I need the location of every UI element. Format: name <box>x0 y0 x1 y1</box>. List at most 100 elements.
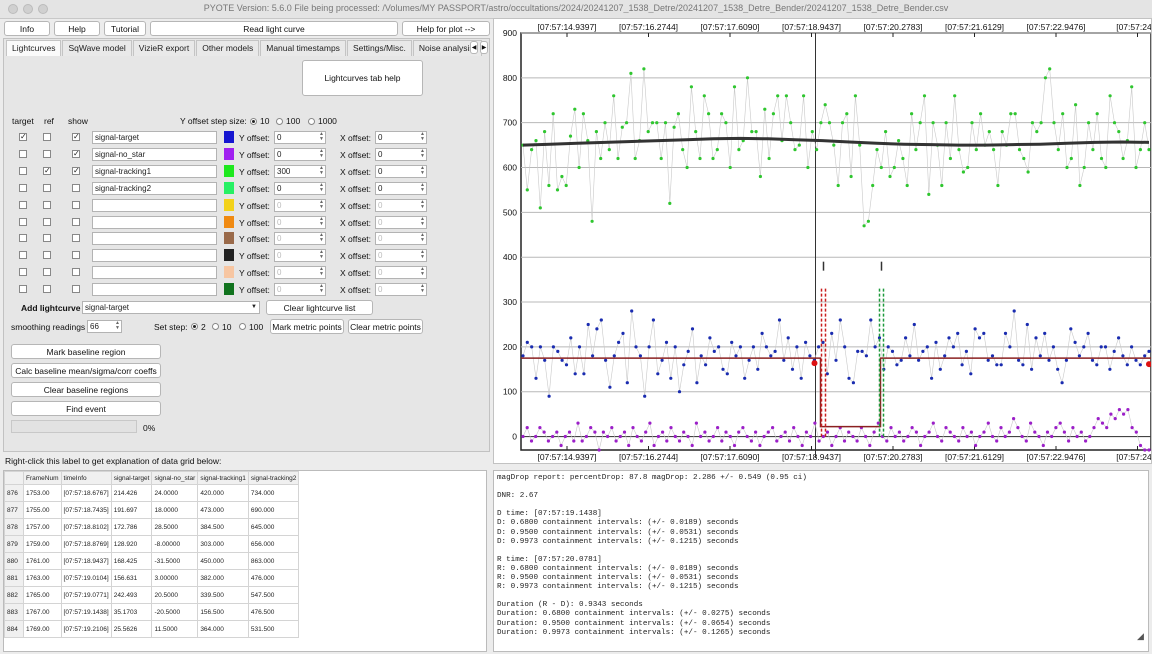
lightcurve-color-swatch[interactable] <box>224 215 234 228</box>
y-offset-spinbox[interactable]: 0 ▲ ▼ <box>274 198 326 212</box>
help-button[interactable]: Help <box>54 21 100 36</box>
grid-row-header[interactable]: 879 <box>4 535 24 553</box>
grid-cell[interactable]: 645.000 <box>247 518 300 536</box>
ref-checkbox[interactable] <box>43 149 51 158</box>
grid-cell[interactable]: -8.00000 <box>151 535 199 553</box>
grid-cell[interactable]: 168.425 <box>110 552 153 570</box>
spin-arrows-icon[interactable]: ▲ ▼ <box>420 132 425 142</box>
spin-arrows-icon[interactable]: ▲ ▼ <box>420 233 425 243</box>
info-button[interactable]: Info <box>4 21 50 36</box>
calc-baseline-button[interactable]: Calc baseline mean/sigma/corr coeffs <box>11 363 161 378</box>
grid-cell[interactable]: 303.000 <box>197 535 249 553</box>
grid-row-header[interactable]: 878 <box>4 518 24 536</box>
ref-checkbox[interactable] <box>43 285 51 294</box>
lightcurve-name-field[interactable]: signal-tracking1 <box>92 164 217 178</box>
grid-cell[interactable]: 339.500 <box>197 586 249 604</box>
tutorial-button[interactable]: Tutorial <box>104 21 146 36</box>
tab-scroll-right-icon[interactable]: ▶ <box>480 41 488 54</box>
grid-cell[interactable]: 450.000 <box>197 552 249 570</box>
y-offset-spinbox[interactable]: 300 ▲ ▼ <box>274 164 326 178</box>
grid-row[interactable]: 883 1767.00 [07:57:19.1438] 35.1703 -20.5000… <box>4 603 300 621</box>
grid-row-header[interactable]: 882 <box>4 586 24 604</box>
show-checkbox[interactable] <box>72 285 80 294</box>
y-step-1000-radio[interactable] <box>308 118 315 125</box>
lightcurve-color-swatch[interactable] <box>224 164 234 177</box>
grid-cell[interactable]: 863.000 <box>247 552 300 570</box>
grid-cell[interactable]: [07:57:18.8102] <box>60 518 112 536</box>
spin-arrows-icon[interactable]: ▲ ▼ <box>319 267 324 277</box>
target-checkbox[interactable] <box>19 268 27 277</box>
show-checkbox[interactable]: ✓ <box>72 133 80 141</box>
lightcurve-color-swatch[interactable] <box>224 198 234 211</box>
target-checkbox[interactable] <box>19 285 27 294</box>
help-for-plot-button[interactable]: Help for plot --> <box>402 21 490 36</box>
grid-cell[interactable]: [07:57:19.0104] <box>60 569 112 587</box>
y-offset-spinbox[interactable]: 0 ▲ ▼ <box>274 147 326 161</box>
grid-cell[interactable]: 3.00000 <box>151 569 199 587</box>
data-grid[interactable]: FrameNum timeInfo signal-target signal-no_s… <box>3 470 487 652</box>
grid-cell[interactable]: 20.5000 <box>151 586 199 604</box>
grid-row[interactable]: 881 1763.00 [07:57:19.0104] 156.631 3.00000 3… <box>4 569 300 587</box>
grid-column-header[interactable]: FrameNum <box>23 471 62 485</box>
show-checkbox[interactable] <box>72 268 80 277</box>
y-step-100-radio[interactable] <box>276 118 283 125</box>
set-step-2-radio[interactable] <box>191 323 198 330</box>
lightcurve-name-field[interactable]: signal-no_star <box>92 147 217 161</box>
grid-cell[interactable]: 1767.00 <box>23 603 62 621</box>
show-checkbox[interactable] <box>72 234 80 243</box>
grid-cell[interactable]: 476.000 <box>247 569 300 587</box>
grid-column-header[interactable]: signal-tracking1 <box>197 471 249 485</box>
tab-lightcurves[interactable]: Lightcurves <box>6 40 62 56</box>
grid-cell[interactable]: 547.500 <box>247 586 300 604</box>
grid-cell[interactable]: 656.000 <box>247 535 300 553</box>
x-offset-spinbox[interactable]: 0 ▲ ▼ <box>375 215 427 229</box>
lightcurves-tab-help-button[interactable]: Lightcurves tab help <box>302 60 423 96</box>
spin-arrows-icon[interactable]: ▲ ▼ <box>319 284 324 294</box>
target-checkbox[interactable] <box>19 166 27 175</box>
grid-cell[interactable]: 531.500 <box>247 620 300 638</box>
grid-cell[interactable]: 1761.00 <box>23 552 62 570</box>
read-light-curve-button[interactable]: Read light curve <box>150 21 398 36</box>
spin-arrows-icon[interactable]: ▲ ▼ <box>115 321 120 331</box>
show-checkbox[interactable]: ✓ <box>72 166 80 175</box>
ref-checkbox[interactable]: ✓ <box>43 166 51 175</box>
ref-checkbox[interactable] <box>43 133 51 141</box>
ref-checkbox[interactable] <box>43 183 51 192</box>
set-step-100-radio[interactable] <box>239 323 246 330</box>
x-offset-spinbox[interactable]: 0 ▲ ▼ <box>375 249 427 263</box>
grid-cell[interactable]: 35.1703 <box>110 603 153 621</box>
grid-cell[interactable]: [07:57:18.9437] <box>60 552 112 570</box>
tab-sqwave-model[interactable]: SqWave model <box>62 40 132 56</box>
grid-cell[interactable]: 242.493 <box>110 586 153 604</box>
grid-row[interactable]: 884 1769.00 [07:57:19.2106] 25.5626 11.5000 3… <box>4 620 300 638</box>
grid-cell[interactable]: 364.000 <box>197 620 249 638</box>
x-offset-spinbox[interactable]: 0 ▲ ▼ <box>375 181 427 195</box>
spin-arrows-icon[interactable]: ▲ ▼ <box>319 165 324 176</box>
grid-cell[interactable]: [07:57:18.6767] <box>60 484 112 502</box>
resize-grip-icon[interactable]: ◢ <box>1137 631 1144 642</box>
ref-checkbox[interactable] <box>43 234 51 243</box>
grid-cell[interactable]: 690.000 <box>247 501 300 519</box>
grid-cell[interactable]: 18.0000 <box>151 501 199 519</box>
grid-cell[interactable]: 420.000 <box>197 484 249 502</box>
lightcurve-color-swatch[interactable] <box>224 147 234 160</box>
lightcurve-color-swatch[interactable] <box>224 283 234 296</box>
grid-cell[interactable]: 476.500 <box>247 603 300 621</box>
add-lightcurve-select[interactable]: signal-target ▼ <box>82 301 260 314</box>
grid-cell[interactable]: 1763.00 <box>23 569 62 587</box>
ref-checkbox[interactable] <box>43 251 51 260</box>
grid-row[interactable]: 878 1757.00 [07:57:18.8102] 172.786 28.5000 3… <box>4 518 300 536</box>
data-grid-table[interactable]: FrameNum timeInfo signal-target signal-no_s… <box>4 471 300 638</box>
x-offset-spinbox[interactable]: 0 ▲ ▼ <box>375 147 427 161</box>
grid-cell[interactable]: 156.631 <box>110 569 153 587</box>
y-step-10-radio[interactable] <box>250 118 257 125</box>
grid-cell[interactable]: 25.5626 <box>110 620 153 638</box>
plot-area[interactable] <box>520 32 1152 451</box>
tab-vizier-export[interactable]: VizieR export <box>132 40 196 56</box>
target-checkbox[interactable] <box>19 251 27 260</box>
grid-cell[interactable]: 1759.00 <box>23 535 62 553</box>
spin-arrows-icon[interactable]: ▲ ▼ <box>420 267 425 277</box>
find-event-button[interactable]: Find event <box>11 401 161 416</box>
spin-arrows-icon[interactable]: ▲ ▼ <box>319 132 324 142</box>
grid-cell[interactable]: 382.000 <box>197 569 249 587</box>
